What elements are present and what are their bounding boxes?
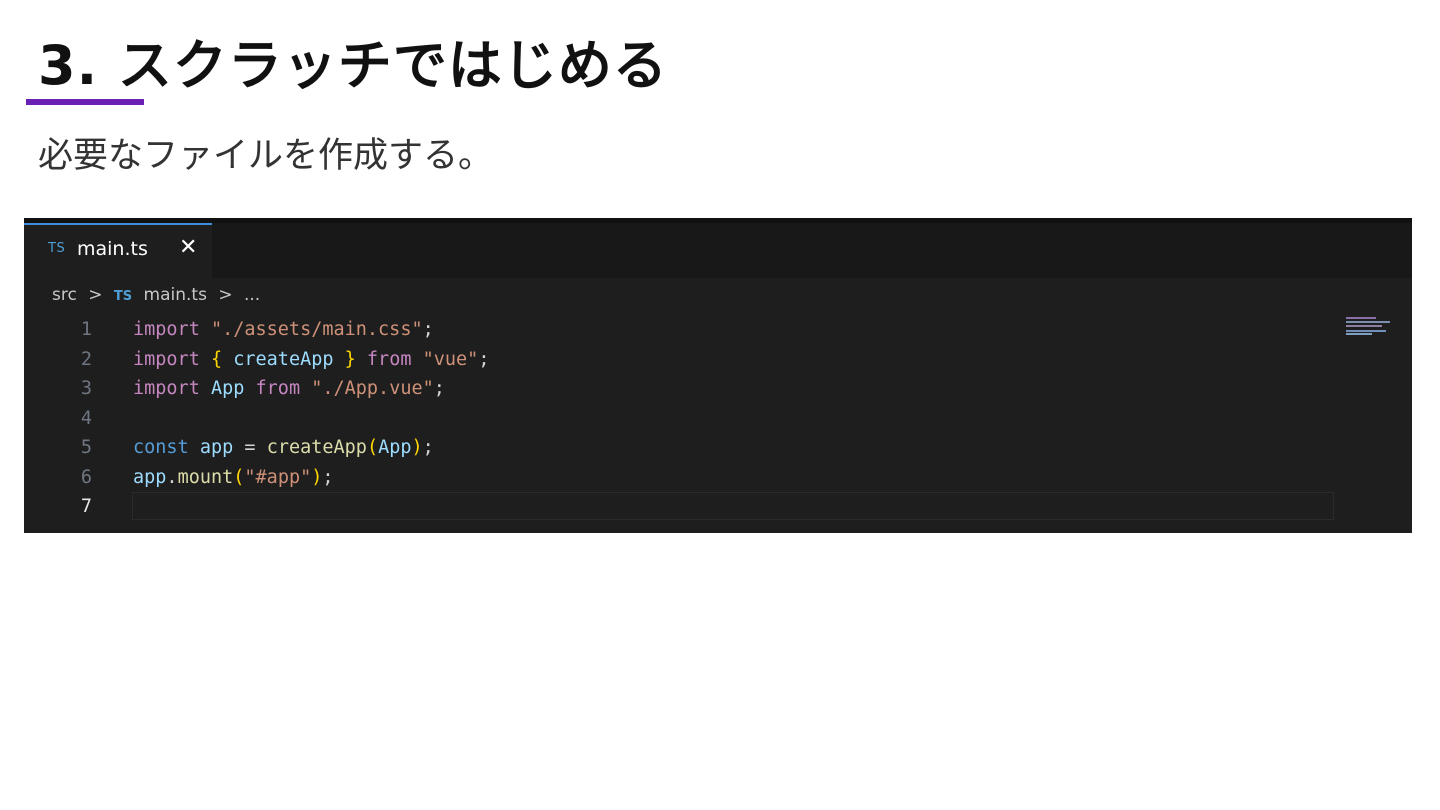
- code-lines[interactable]: 1 import "./assets/main.css"; 2 import { cr…: [24, 315, 1412, 522]
- code-token: createApp: [233, 348, 334, 370]
- code-line[interactable]: 4: [24, 404, 1412, 434]
- code-line[interactable]: 3 import App from "./App.vue";: [24, 374, 1412, 404]
- code-token: const: [133, 437, 189, 458]
- code-token: }: [344, 348, 356, 370]
- minimap[interactable]: [1344, 315, 1394, 335]
- code-editor: TS main.ts ✕ src > TS main.ts > ... 1 imp…: [24, 218, 1412, 533]
- code-line[interactable]: 5 const app = createApp(App);: [24, 433, 1412, 463]
- line-number: 4: [80, 407, 92, 429]
- code-token: App: [378, 437, 412, 458]
- code-token: import: [133, 378, 200, 399]
- code-line[interactable]: 6 app.mount("#app");: [24, 463, 1412, 493]
- close-icon[interactable]: ✕: [179, 235, 197, 260]
- code-token: "vue": [422, 348, 479, 370]
- code-token: ;: [433, 378, 445, 399]
- minimap-line: [1346, 317, 1376, 319]
- line-number: 2: [80, 348, 92, 370]
- code-token: {: [210, 348, 223, 370]
- code-line[interactable]: 7: [24, 492, 1412, 522]
- code-text: import { createApp } from "vue";: [133, 345, 489, 375]
- breadcrumb-more[interactable]: ...: [244, 285, 260, 305]
- minimap-line: [1346, 325, 1382, 327]
- code-token: ;: [322, 466, 334, 488]
- typescript-file-icon: TS: [113, 289, 133, 304]
- minimap-line: [1346, 321, 1390, 323]
- code-token: app: [133, 466, 167, 488]
- minimap-line: [1346, 330, 1386, 332]
- tab-main-ts[interactable]: TS main.ts ✕: [24, 223, 212, 278]
- code-token: "#app": [244, 466, 312, 488]
- breadcrumb-folder[interactable]: src: [52, 285, 77, 305]
- line-number: 7: [80, 496, 92, 517]
- code-token: =: [233, 437, 267, 458]
- chevron-right-icon: >: [218, 285, 233, 305]
- code-token: App: [210, 378, 245, 399]
- code-text: import App from "./App.vue";: [133, 374, 445, 404]
- typescript-file-icon: TS: [48, 241, 66, 256]
- code-text: import "./assets/main.css";: [133, 315, 434, 345]
- tab-bar: TS main.ts ✕: [24, 223, 1412, 278]
- title-underline: [26, 99, 144, 105]
- breadcrumb: src > TS main.ts > ...: [52, 285, 266, 311]
- minimap-line: [1346, 333, 1372, 335]
- code-token: "./App.vue": [311, 378, 434, 399]
- code-token: from: [366, 348, 412, 370]
- code-token: ;: [422, 437, 434, 458]
- code-token: from: [255, 378, 301, 399]
- line-number: 3: [80, 378, 92, 399]
- code-line[interactable]: 2 import { createApp } from "vue";: [24, 345, 1412, 375]
- code-line[interactable]: 1 import "./assets/main.css";: [24, 315, 1412, 345]
- breadcrumb-file[interactable]: main.ts: [144, 285, 207, 305]
- line-number: 1: [80, 319, 92, 340]
- code-token: createApp: [266, 437, 367, 458]
- line-number: 6: [80, 466, 92, 488]
- code-token: import: [133, 348, 200, 370]
- code-token: ): [411, 437, 423, 458]
- slide-subtitle: 必要なファイルを作成する。: [38, 136, 494, 176]
- tab-label: main.ts: [77, 238, 148, 260]
- line-number: 5: [80, 437, 92, 458]
- slide-title: 3. スクラッチではじめる: [38, 34, 668, 97]
- code-token: mount: [177, 466, 234, 488]
- code-token: app: [199, 437, 234, 458]
- code-token: .: [166, 466, 178, 488]
- code-token: (: [366, 437, 379, 458]
- code-token: ): [311, 466, 323, 488]
- code-text: app.mount("#app");: [133, 463, 334, 493]
- code-token: ;: [422, 319, 434, 340]
- chevron-right-icon: >: [88, 285, 103, 305]
- code-token: import: [133, 319, 200, 340]
- code-token: (: [233, 466, 245, 488]
- code-token: "./assets/main.css": [210, 319, 423, 340]
- code-text: const app = createApp(App);: [133, 433, 434, 463]
- code-token: ;: [478, 348, 490, 370]
